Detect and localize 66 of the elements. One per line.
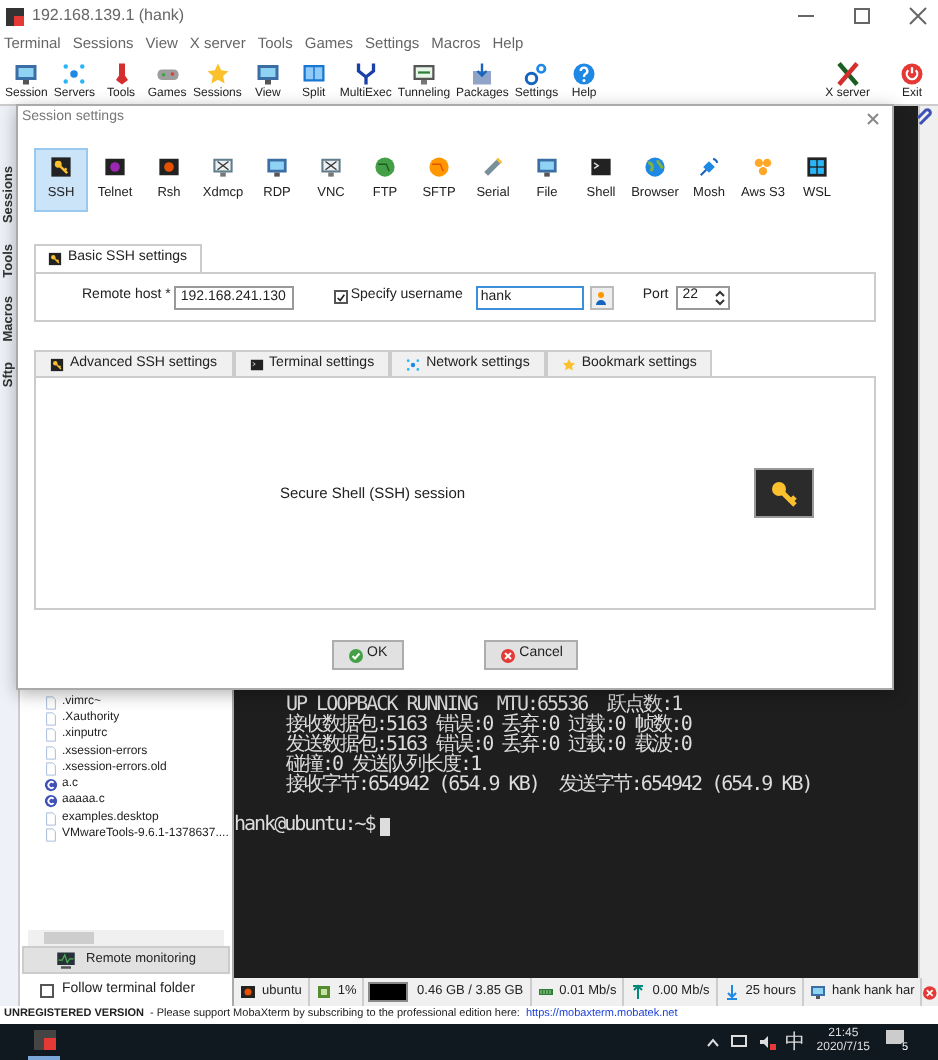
terminal-line: 接收字节:654942 (654.9 KB) 发送字节:654942 (654.9 KB) [284,776,812,796]
app-logo-icon [6,7,24,25]
close-icon[interactable] [908,6,928,26]
chevron-up-icon[interactable] [706,1035,721,1049]
upload-icon [630,984,647,1000]
paperclip-icon[interactable] [916,108,932,126]
terminal-line: 发送数据包:5163 错误:0 丢弃:0 过载:0 载波:0 [284,736,691,756]
terminal-prompt: hank@ubuntu:~$ [234,816,375,836]
terminal-icon [590,156,612,179]
key-icon [50,357,64,371]
globe-icon [644,156,666,179]
taskbar-app[interactable] [28,1024,60,1060]
monitor-icon [212,156,234,179]
download-icon [723,984,740,1000]
monitor-icon [266,156,288,179]
speaker-icon[interactable] [758,1034,777,1050]
globe-icon [428,156,450,179]
checkbox[interactable] [40,983,54,997]
terminal-icon [158,156,180,179]
check-icon [347,647,364,663]
close-icon[interactable] [922,983,938,1001]
cancel-icon [499,647,516,663]
terminal-icon [104,156,126,179]
window-title: 192.168.139.1 (hank) [32,4,185,28]
package-icon [470,62,495,86]
windows-icon [806,156,828,179]
checkbox[interactable] [334,290,349,304]
monitor-icon [411,62,436,86]
split-screen-icon [301,62,326,86]
cursor [380,817,391,835]
network-icon [62,62,87,86]
user-picker-button[interactable] [590,285,615,309]
terminal-line: 接收数据包:5163 错误:0 丢弃:0 过载:0 帧数:0 [284,716,691,736]
chip-icon [315,984,332,1000]
close-icon[interactable] [866,112,880,126]
memory-icon [537,984,554,1000]
monitor-icon [320,156,342,179]
fork-icon [353,62,378,86]
cpu-graph [368,982,408,1002]
x-logo-icon [835,62,860,86]
terminal-icon [249,357,264,371]
horizontal-scrollbar[interactable] [28,930,224,946]
terminal-line: 碰撞:0 发送队列长度:1 [284,756,481,776]
key-icon [48,252,62,266]
person-icon [594,289,611,305]
monitor-icon [810,984,827,1000]
star-icon [561,357,576,371]
power-icon [900,62,924,86]
star-icon [205,62,230,86]
input-method[interactable]: 中 [784,1027,805,1057]
terminal-line: UP LOOPBACK RUNNING MTU:65536 跃点数:1 [284,696,682,716]
monitor-icon [536,156,558,179]
key-icon [50,156,72,179]
monitor-icon [255,62,280,86]
maximize-icon[interactable] [852,6,872,26]
network-icon[interactable] [730,1034,749,1050]
monitor-icon [14,62,39,86]
vertical-scrollbar[interactable] [918,106,938,978]
pulse-monitor-icon [56,950,77,970]
globe-icon [374,156,396,179]
terminal-icon [240,984,256,1000]
network-icon [406,357,421,371]
app-logo-icon [33,1030,55,1050]
hexagons-icon [752,156,774,179]
help-icon [572,62,597,86]
key-icon [754,468,814,518]
